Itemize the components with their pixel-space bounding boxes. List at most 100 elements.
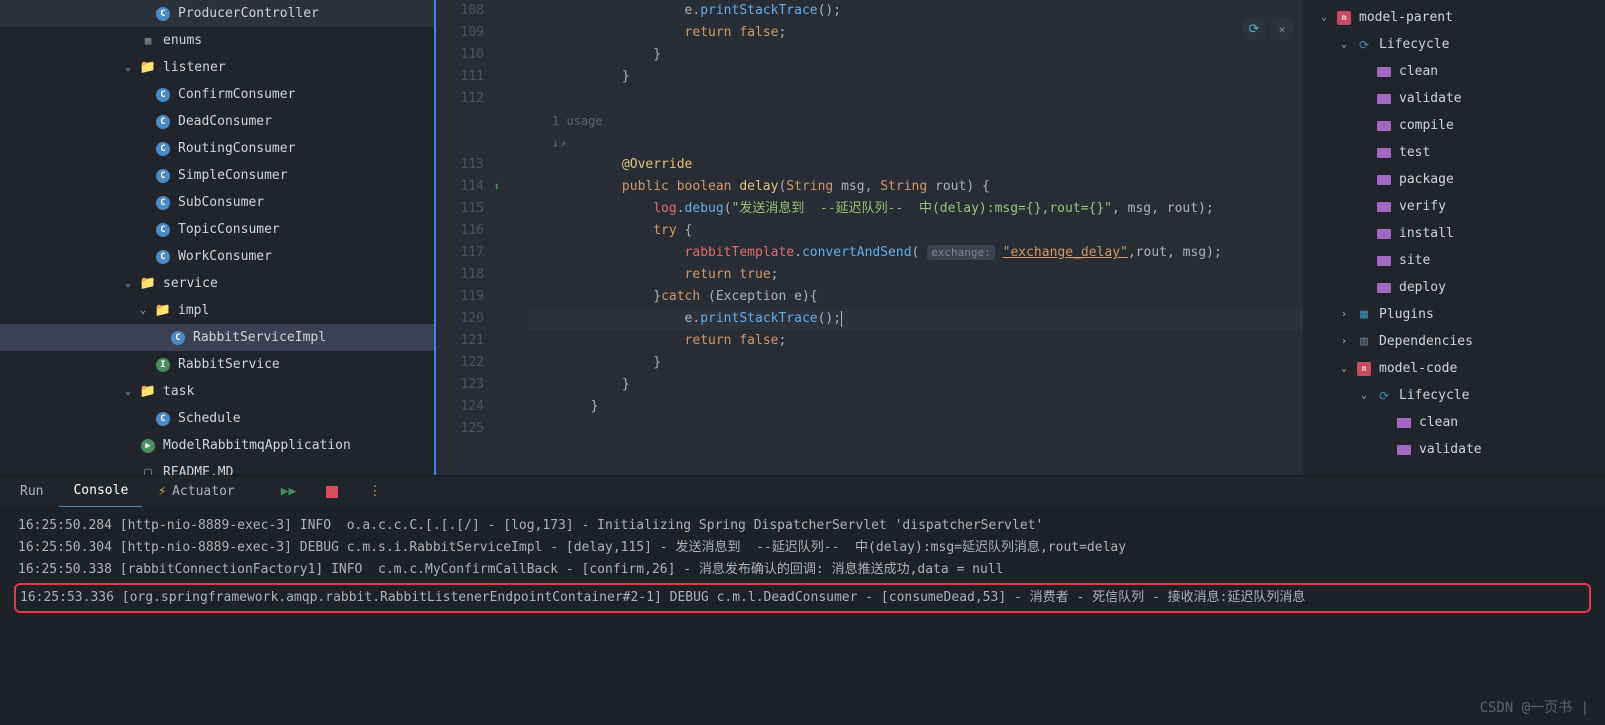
code-line[interactable]: try { xyxy=(528,220,1303,242)
code-line[interactable]: } xyxy=(528,44,1303,66)
tree-item-confirmconsumer[interactable]: C ConfirmConsumer xyxy=(0,81,434,108)
tree-item-impl[interactable]: ⌄📁impl xyxy=(0,297,434,324)
run-button[interactable]: ▶▶ xyxy=(267,476,311,508)
reader-mode-icon[interactable]: ⟳ xyxy=(1243,18,1265,40)
stop-button[interactable] xyxy=(312,476,352,508)
more-icon: ⋮ xyxy=(368,484,381,499)
code-line[interactable]: } xyxy=(528,352,1303,374)
code-line[interactable]: }catch (Exception e){ xyxy=(528,286,1303,308)
tree-item-listener[interactable]: ⌄📁listener xyxy=(0,54,434,81)
code-content[interactable]: e.printStackTrace(); return false; } } 1 … xyxy=(498,0,1303,475)
tree-label: task xyxy=(163,384,194,399)
code-line[interactable] xyxy=(528,88,1303,110)
code-line[interactable]: ↓↗ xyxy=(528,132,1303,154)
maven-panel[interactable]: ⌄mmodel-parent⌄⟳Lifecyclecleanvalidateco… xyxy=(1303,0,1605,475)
maven-item-dependencies[interactable]: ›▥Dependencies xyxy=(1303,328,1605,355)
code-editor[interactable]: 108109110111112113114⬆115116117118119120… xyxy=(434,0,1303,475)
code-line[interactable]: log.debug("发送消息到 --延迟队列-- 中(delay):msg={… xyxy=(528,198,1303,220)
tree-item-deadconsumer[interactable]: CDeadConsumer xyxy=(0,108,434,135)
tree-item-modelrabbitmqapplication[interactable]: ▶ModelRabbitmqApplication xyxy=(0,432,434,459)
maven-label: Lifecycle xyxy=(1399,388,1469,403)
deps-icon: ▥ xyxy=(1355,334,1373,349)
tree-item-task[interactable]: ⌄📁task xyxy=(0,378,434,405)
more-button[interactable]: ⋮ xyxy=(354,476,395,508)
gutter-line: 115 xyxy=(436,198,484,220)
gutter-line: 123 xyxy=(436,374,484,396)
class-icon: C xyxy=(156,196,170,210)
tree-item-rabbitserviceimpl[interactable]: CRabbitServiceImpl xyxy=(0,324,434,351)
tree-label: SimpleConsumer xyxy=(178,168,288,183)
tab-run[interactable]: Run xyxy=(6,476,57,508)
tree-label: ConfirmConsumer xyxy=(178,87,295,102)
class-icon: C xyxy=(156,88,170,102)
tab-console[interactable]: Console xyxy=(59,476,142,508)
project-tree[interactable]: CProducerController▦enums⌄📁listener C Conf… xyxy=(0,0,434,475)
code-line[interactable]: @Override xyxy=(528,154,1303,176)
tree-label: SubConsumer xyxy=(178,195,264,210)
code-line[interactable]: } xyxy=(528,374,1303,396)
code-line[interactable]: } xyxy=(528,66,1303,88)
code-line[interactable]: public boolean delay(String msg, String … xyxy=(528,176,1303,198)
tree-label: listener xyxy=(163,60,226,75)
enum-icon: ▦ xyxy=(139,34,157,47)
maven-item-model-parent[interactable]: ⌄mmodel-parent xyxy=(1303,4,1605,31)
maven-item-test[interactable]: test xyxy=(1303,139,1605,166)
author-hint[interactable]: ↓↗ xyxy=(528,136,566,150)
tree-item-enums[interactable]: ▦enums xyxy=(0,27,434,54)
tree-item-subconsumer[interactable]: C SubConsumer xyxy=(0,189,434,216)
chevron-icon: › xyxy=(1341,309,1355,320)
tree-label: service xyxy=(163,276,218,291)
close-icon[interactable]: ✕ xyxy=(1271,18,1293,40)
maven-icon: m xyxy=(1357,362,1371,376)
tree-item-schedule[interactable]: CSchedule xyxy=(0,405,434,432)
maven-item-compile[interactable]: compile xyxy=(1303,112,1605,139)
maven-item-lifecycle[interactable]: ⌄⟳Lifecycle xyxy=(1303,382,1605,409)
goal-icon xyxy=(1377,94,1391,104)
code-line[interactable]: rabbitTemplate.convertAndSend( exchange:… xyxy=(528,242,1303,264)
goal-icon xyxy=(1377,256,1391,266)
code-line[interactable]: return false; xyxy=(528,330,1303,352)
maven-item-deploy[interactable]: deploy xyxy=(1303,274,1605,301)
maven-item-install[interactable]: install xyxy=(1303,220,1605,247)
maven-item-verify[interactable]: verify xyxy=(1303,193,1605,220)
tab-actuator[interactable]: ⚡ Actuator xyxy=(144,476,248,508)
goal-icon xyxy=(1377,202,1391,212)
tree-item-service[interactable]: ⌄📁service xyxy=(0,270,434,297)
maven-item-site[interactable]: site xyxy=(1303,247,1605,274)
tree-item-readme.md[interactable]: ▢README.MD xyxy=(0,459,434,475)
maven-item-validate[interactable]: validate xyxy=(1303,85,1605,112)
console-line[interactable]: 16:25:50.338 [rabbitConnectionFactory1] … xyxy=(18,559,1587,581)
tree-item-workconsumer[interactable]: CWorkConsumer xyxy=(0,243,434,270)
tree-item-simpleconsumer[interactable]: CSimpleConsumer xyxy=(0,162,434,189)
code-line[interactable]: return false; xyxy=(528,22,1303,44)
maven-item-plugins[interactable]: ›▦Plugins xyxy=(1303,301,1605,328)
maven-item-package[interactable]: package xyxy=(1303,166,1605,193)
override-marker-icon[interactable]: ⬆ xyxy=(493,176,500,198)
gutter-line xyxy=(436,132,484,154)
code-line[interactable]: } xyxy=(528,396,1303,418)
maven-item-validate[interactable]: validate xyxy=(1303,436,1605,463)
tree-item-producercontroller[interactable]: CProducerController xyxy=(0,0,434,27)
stop-icon xyxy=(326,486,338,498)
code-line[interactable]: e.printStackTrace(); xyxy=(528,308,1303,330)
usage-hint[interactable]: 1 usage xyxy=(528,114,603,128)
tree-item-topicconsumer[interactable]: CTopicConsumer xyxy=(0,216,434,243)
maven-label: verify xyxy=(1399,199,1446,214)
console-output[interactable]: 16:25:50.284 [http-nio-8889-exec-3] INFO… xyxy=(0,507,1605,725)
console-line[interactable]: 16:25:50.304 [http-nio-8889-exec-3] DEBU… xyxy=(18,537,1587,559)
tree-item-rabbitservice[interactable]: IRabbitService xyxy=(0,351,434,378)
code-line[interactable]: return true; xyxy=(528,264,1303,286)
console-line[interactable]: 16:25:53.336 [org.springframework.amqp.r… xyxy=(14,583,1591,613)
code-line[interactable]: e.printStackTrace(); xyxy=(528,0,1303,22)
maven-item-lifecycle[interactable]: ⌄⟳Lifecycle xyxy=(1303,31,1605,58)
code-line[interactable] xyxy=(528,418,1303,440)
tree-label: impl xyxy=(178,303,209,318)
maven-item-clean[interactable]: clean xyxy=(1303,58,1605,85)
code-line[interactable]: 1 usage xyxy=(528,110,1303,132)
maven-item-model-code[interactable]: ⌄mmodel-code xyxy=(1303,355,1605,382)
maven-item-clean[interactable]: clean xyxy=(1303,409,1605,436)
console-line[interactable]: 16:25:50.284 [http-nio-8889-exec-3] INFO… xyxy=(18,515,1587,537)
tree-item-routingconsumer[interactable]: CRoutingConsumer xyxy=(0,135,434,162)
goal-icon xyxy=(1377,148,1391,158)
class-icon: C xyxy=(171,331,185,345)
